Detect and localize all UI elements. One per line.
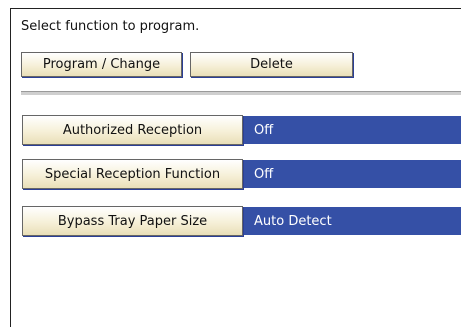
program-change-button[interactable]: Program / Change (21, 52, 182, 77)
authorized-reception-button[interactable]: Authorized Reception (22, 115, 243, 145)
bypass-tray-paper-size-value: Auto Detect (244, 207, 461, 235)
divider (21, 91, 461, 95)
authorized-reception-value: Off (244, 116, 461, 144)
bypass-tray-paper-size-button[interactable]: Bypass Tray Paper Size (22, 206, 243, 236)
delete-button[interactable]: Delete (190, 52, 353, 77)
setting-row-bypass-tray-paper-size: Bypass Tray Paper Size Auto Detect (22, 206, 461, 236)
panel-frame: Select function to program. Program / Ch… (10, 8, 461, 327)
instruction-text: Select function to program. (21, 19, 200, 34)
special-reception-function-button[interactable]: Special Reception Function (22, 159, 243, 189)
special-reception-function-value: Off (244, 160, 461, 188)
setting-row-authorized-reception: Authorized Reception Off (22, 115, 461, 145)
setting-row-special-reception-function: Special Reception Function Off (22, 159, 461, 189)
